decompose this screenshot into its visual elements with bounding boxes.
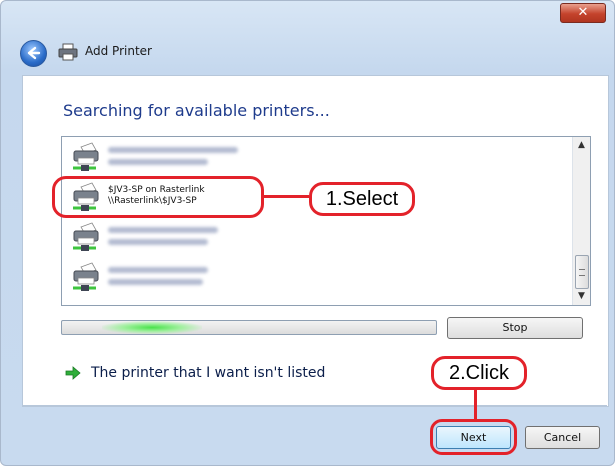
select-annotation-label: 1.Select	[309, 182, 415, 216]
printer-not-listed-link[interactable]: The printer that I want isn't listed	[91, 365, 325, 381]
blurred-printer-name	[108, 267, 208, 273]
network-printer-icon	[73, 262, 99, 291]
footer-divider	[22, 405, 607, 406]
cancel-button[interactable]: Cancel	[525, 426, 600, 449]
blurred-printer-name	[108, 147, 238, 153]
blurred-printer-path	[108, 159, 208, 165]
printer-icon	[58, 43, 78, 61]
content-area: Searching for available printers... $JV3…	[22, 75, 609, 407]
blurred-printer-path	[108, 239, 208, 245]
progress-glow	[102, 321, 202, 334]
scroll-up-icon[interactable]: ▲	[573, 137, 590, 154]
printer-list-item[interactable]	[62, 257, 572, 297]
click-connector-line	[474, 387, 477, 421]
back-button[interactable]	[20, 40, 47, 67]
grip-icon	[579, 269, 585, 276]
search-progress-bar	[61, 320, 437, 335]
stop-button[interactable]: Stop	[447, 317, 583, 339]
blurred-printer-name	[108, 227, 218, 233]
blurred-printer-path	[108, 279, 203, 285]
printer-list-item[interactable]	[62, 137, 572, 177]
network-printer-icon	[73, 142, 99, 171]
click-annotation-label: 2.Click	[431, 356, 527, 390]
printer-list-item[interactable]	[62, 217, 572, 257]
page-heading: Searching for available printers...	[63, 101, 330, 120]
close-button[interactable]: ✕	[560, 3, 606, 23]
scroll-down-icon[interactable]: ▼	[573, 288, 590, 305]
list-scrollbar[interactable]: ▲ ▼	[572, 137, 590, 305]
green-arrow-icon	[65, 366, 81, 380]
select-highlight-ring	[52, 176, 264, 218]
network-printer-icon	[73, 222, 99, 251]
scroll-thumb[interactable]	[575, 255, 589, 289]
window-title: Add Printer	[85, 44, 152, 58]
printer-list[interactable]: $JV3-SP on Rasterlink \\Rasterlink\$JV3-…	[61, 136, 591, 306]
back-arrow-icon	[27, 46, 41, 60]
select-connector-line	[261, 195, 309, 198]
click-highlight-ring	[430, 419, 517, 455]
